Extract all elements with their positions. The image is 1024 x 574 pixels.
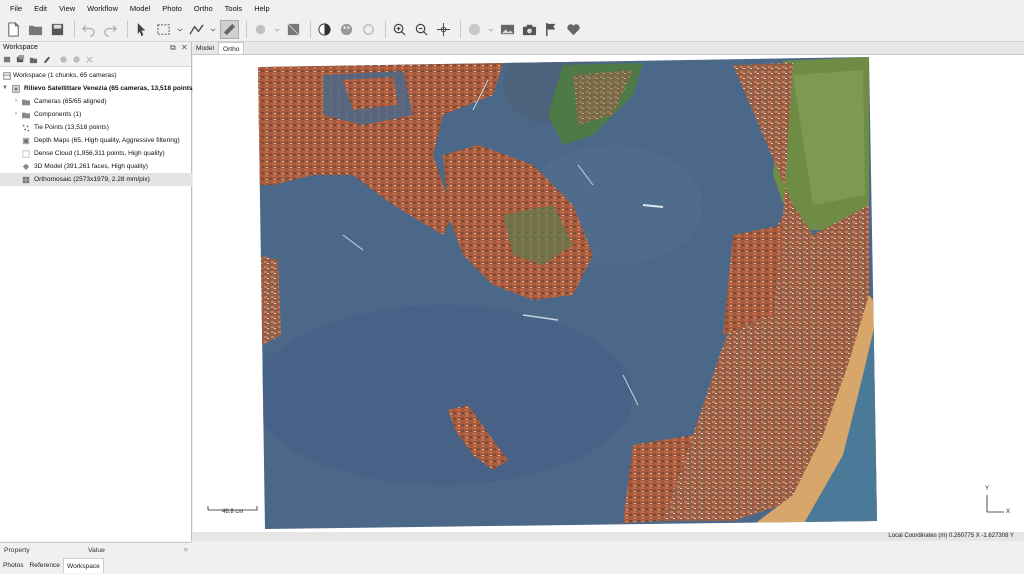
menu-help[interactable]: Help (248, 0, 275, 17)
chevron-down-icon[interactable] (487, 20, 495, 39)
workspace-icon (3, 71, 11, 80)
flag-icon[interactable] (542, 20, 561, 39)
menu-tools[interactable]: Tools (219, 0, 249, 17)
orthomosaic-image[interactable] (193, 55, 1024, 532)
tree-item-label: Depth Maps (65, High quality, Aggressive… (34, 137, 180, 144)
tree-chunk[interactable]: ▼ Rilievo Satellittare Venezia (65 camer… (0, 82, 195, 95)
chevron-right-icon[interactable]: › (13, 95, 19, 108)
tab-model[interactable]: Model (192, 42, 218, 54)
tree-item-label: Cameras (65/65 aligned) (34, 98, 107, 105)
axes-indicator (986, 495, 1004, 513)
polyline-icon[interactable] (187, 20, 206, 39)
tab-photos[interactable]: Photos (0, 558, 27, 573)
folder-icon (22, 112, 30, 118)
status-coordinates: Local Coordinates (m) 0.260775 X -1.6273… (888, 533, 1014, 539)
menu-edit[interactable]: Edit (28, 0, 53, 17)
heart-check-icon[interactable] (564, 20, 583, 39)
rectangle-selection-icon[interactable] (154, 20, 173, 39)
status-bar: Local Coordinates (m) 0.260775 X -1.6273… (192, 532, 1024, 541)
delete-icon[interactable] (85, 55, 94, 64)
tab-ortho[interactable]: Ortho (217, 42, 245, 54)
tree-root[interactable]: Workspace (1 chunks, 65 cameras) (0, 69, 192, 82)
camera-icon[interactable] (520, 20, 539, 39)
model-icon (22, 163, 30, 170)
value-column-header[interactable]: Value (88, 543, 105, 559)
float-icon[interactable]: ⧉ (170, 42, 176, 53)
zoom-in-icon[interactable] (390, 20, 409, 39)
add-folder-icon[interactable] (29, 55, 38, 64)
bottom-tabs: Photos Reference Workspace (0, 558, 192, 573)
tab-workspace[interactable]: Workspace (62, 558, 104, 573)
tree-item-label: Tie Points (13,518 points) (34, 124, 109, 131)
add-photos-icon[interactable] (16, 55, 25, 64)
menu-view[interactable]: View (53, 0, 81, 17)
tree-root-label: Workspace (1 chunks, 65 cameras) (13, 72, 117, 79)
orthomosaic-icon (22, 176, 30, 183)
tree-item-cameras[interactable]: › Cameras (65/65 aligned) (0, 95, 192, 108)
open-folder-icon[interactable] (26, 20, 45, 39)
tree-item-dense-cloud[interactable]: Dense Cloud (1,956,311 points, High qual… (0, 147, 192, 160)
rotate-icon[interactable] (359, 20, 378, 39)
tree-item-tie-points[interactable]: Tie Points (13,518 points) (0, 121, 192, 134)
menu-bar: File Edit View Workflow Model Photo Orth… (0, 0, 1024, 17)
tree-item-label: Dense Cloud (1,956,311 points, High qual… (34, 150, 165, 157)
tree-item-orthomosaic[interactable]: Orthomosaic (2573x1979, 2.28 mm/pix) (0, 173, 192, 186)
globe-icon[interactable] (465, 20, 484, 39)
redo-icon[interactable] (101, 20, 120, 39)
depth-maps-icon (22, 137, 30, 144)
edit-icon[interactable] (42, 55, 51, 64)
axis-y-label: Y (985, 486, 990, 492)
add-chunk-icon[interactable] (3, 55, 12, 64)
undo-icon[interactable] (79, 20, 98, 39)
chunk-icon (12, 84, 20, 93)
workspace-panel-title: Workspace ⧉ ✕ (0, 42, 191, 53)
grid-shading-icon[interactable] (284, 20, 303, 39)
remove-icon[interactable] (59, 55, 68, 64)
tree-item-label: Orthomosaic (2573x1979, 2.28 mm/pix) (34, 176, 150, 183)
menu-workflow[interactable]: Workflow (81, 0, 124, 17)
property-column-header[interactable]: Property (4, 543, 30, 559)
zoom-out-icon[interactable] (412, 20, 431, 39)
image-icon[interactable] (498, 20, 517, 39)
workspace-panel: Workspace ⧉ ✕ Workspace (1 chunks, 65 ca… (0, 42, 195, 573)
folder-icon (22, 99, 30, 105)
tree-item-label: 3D Model (391,261 faces, High quality) (34, 163, 148, 170)
paint-icon[interactable] (251, 20, 270, 39)
tree-item-components[interactable]: › Components (1) (0, 108, 192, 121)
ortho-viewport[interactable]: 46.8 cm Y X (193, 55, 1024, 532)
chevron-down-icon[interactable] (273, 20, 281, 39)
scale-bar-label: 46.8 cm (222, 509, 244, 515)
view-tabs: Model Ortho (192, 42, 1024, 55)
save-icon[interactable] (48, 20, 67, 39)
chunk-label: Rilievo Satellittare Venezia (65 cameras… (24, 85, 195, 92)
chevron-down-icon[interactable] (209, 20, 217, 39)
tree-item-label: Components (1) (34, 111, 82, 118)
palette-icon[interactable] (337, 20, 356, 39)
chevron-right-icon[interactable]: › (13, 108, 19, 121)
tree-item-3d-model[interactable]: 3D Model (391,261 faces, High quality) (0, 160, 192, 173)
axis-x-label: X (1006, 509, 1011, 515)
menu-model[interactable]: Model (124, 0, 156, 17)
tree-item-depth-maps[interactable]: Depth Maps (65, High quality, Aggressive… (0, 134, 192, 147)
dense-cloud-icon (22, 149, 30, 158)
move-icon[interactable] (434, 20, 453, 39)
menu-ortho[interactable]: Ortho (188, 0, 219, 17)
enable-icon[interactable] (72, 55, 81, 64)
workspace-toolbar (0, 53, 191, 67)
menu-photo[interactable]: Photo (156, 0, 188, 17)
new-document-icon[interactable] (4, 20, 23, 39)
chevron-down-icon[interactable]: ▼ (2, 82, 8, 95)
close-icon[interactable]: ✕ (181, 42, 188, 53)
points-icon (22, 124, 30, 131)
toolbar (0, 17, 1024, 42)
menu-file[interactable]: File (4, 0, 28, 17)
navigation-cursor-icon[interactable] (132, 20, 151, 39)
contrast-icon[interactable] (315, 20, 334, 39)
tab-reference[interactable]: Reference (27, 558, 63, 573)
ruler-icon[interactable] (220, 19, 239, 39)
scrollbar-icon[interactable]: ≡ (184, 543, 188, 559)
property-panel-header: Property Value ≡ (0, 542, 192, 558)
panel-title-text: Workspace (3, 44, 38, 51)
chevron-down-icon[interactable] (176, 20, 184, 39)
